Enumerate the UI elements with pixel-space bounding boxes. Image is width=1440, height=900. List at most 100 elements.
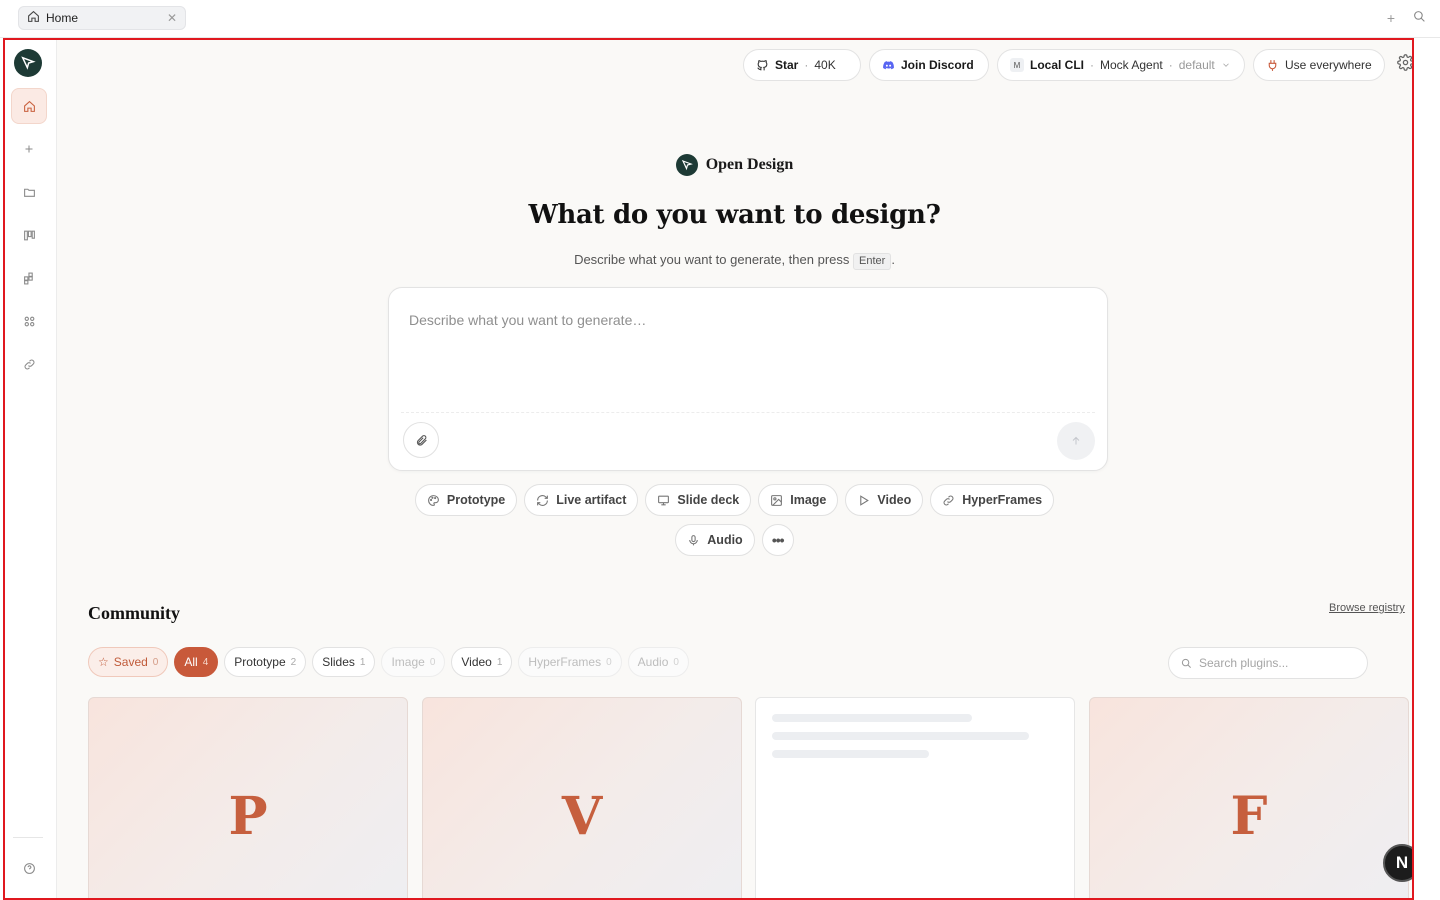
filter-all[interactable]: All 4: [174, 647, 219, 677]
use-everywhere-label: Use everywhere: [1285, 58, 1372, 72]
filter-prototype[interactable]: Prototype 2: [224, 647, 307, 677]
tab-label: Home: [46, 11, 79, 25]
refresh-icon: [537, 494, 549, 506]
brand: Open Design: [5, 154, 1412, 176]
filter-saved[interactable]: ☆ Saved 0: [88, 647, 169, 677]
close-icon[interactable]: ✕: [167, 11, 177, 25]
page-subtitle: Describe what you want to generate, then…: [57, 252, 1412, 270]
plug-icon: [1268, 59, 1277, 71]
tab-bar: Home ✕ +: [0, 0, 1440, 38]
filter-label: Saved: [113, 655, 148, 669]
community-card-loading[interactable]: [755, 697, 1075, 898]
mode-chip-live-artifact[interactable]: Live artifact: [524, 484, 639, 516]
sidebar-item-links[interactable]: [11, 346, 47, 382]
community-card[interactable]: V: [422, 697, 742, 898]
mode-label: Live artifact: [556, 493, 627, 507]
community-card[interactable]: F: [1089, 697, 1409, 898]
filter-label: Video: [461, 655, 492, 669]
mode-chip-slide-deck[interactable]: Slide deck: [645, 484, 752, 516]
filter-image[interactable]: Image 0: [381, 647, 446, 677]
more-modes-button[interactable]: •••: [761, 524, 794, 556]
microphone-icon: [689, 534, 699, 545]
community-filters: ☆ Saved 0 All 4 Prototype 2 Slides 1 Ima…: [88, 647, 689, 677]
discord-icon: [883, 60, 894, 69]
github-star-button[interactable]: Star · 40K: [743, 49, 861, 81]
sidebar-item-plugins[interactable]: [11, 260, 47, 296]
filter-count: 0: [606, 656, 612, 668]
send-button[interactable]: [1057, 422, 1095, 460]
card-letter: F: [1230, 786, 1268, 847]
plugin-search-input[interactable]: [1199, 656, 1349, 670]
mode-chip-video[interactable]: Video: [845, 484, 924, 516]
grid-icon: [24, 316, 34, 326]
brand-logo-icon: [675, 154, 698, 176]
mode-label: Slide deck: [677, 493, 740, 507]
columns-icon: [23, 230, 35, 240]
filter-count: 1: [496, 656, 503, 668]
use-everywhere-button[interactable]: Use everywhere: [1253, 49, 1385, 81]
cli-icon: M: [1010, 58, 1024, 72]
filter-count: 1: [359, 656, 366, 668]
agent-name: Mock Agent: [1100, 58, 1163, 72]
arrow-up-icon: [1072, 436, 1080, 445]
prompt-input[interactable]: [409, 312, 1069, 328]
filter-video[interactable]: Video 1: [451, 647, 513, 677]
subtitle-text: Describe what you want to generate, then…: [574, 252, 850, 267]
mode-chip-image[interactable]: Image: [758, 484, 839, 516]
filter-label: Prototype: [234, 655, 286, 669]
filter-label: Slides: [322, 655, 355, 669]
enter-key-hint: Enter: [853, 253, 892, 270]
filter-audio[interactable]: Audio 0: [627, 647, 689, 677]
link-icon: [943, 495, 954, 505]
card-letter: V: [561, 786, 603, 847]
monitor-icon: [658, 495, 670, 505]
sidebar-item-projects[interactable]: [11, 174, 47, 210]
community-card[interactable]: P: [88, 697, 408, 898]
skeleton-line: [772, 732, 1029, 740]
github-icon: [757, 59, 768, 70]
filter-label: HyperFrames: [528, 655, 602, 669]
discord-label: Join Discord: [901, 58, 974, 72]
play-icon: [860, 494, 870, 506]
filter-count: 2: [290, 656, 297, 668]
brand-name: Open Design: [705, 156, 794, 173]
page-title: What do you want to design?: [528, 200, 941, 230]
filter-label: Image: [391, 655, 425, 669]
floating-action-button[interactable]: N: [1383, 844, 1412, 882]
mode-label: Prototype: [446, 493, 506, 507]
folder-icon: [23, 188, 35, 197]
join-discord-button[interactable]: Join Discord: [869, 49, 989, 81]
card-letter: P: [228, 786, 268, 847]
sidebar-item-home[interactable]: [11, 88, 47, 124]
puzzle-icon: [23, 272, 33, 284]
new-tab-icon[interactable]: +: [1387, 10, 1395, 26]
mode-chip-prototype[interactable]: Prototype: [414, 484, 518, 516]
filter-slides[interactable]: Slides 1: [312, 647, 376, 677]
prompt-composer: [388, 287, 1108, 471]
more-icon: •••: [771, 532, 785, 548]
filter-hyperframes[interactable]: HyperFrames 0: [518, 647, 622, 677]
sidebar-item-help[interactable]: [11, 850, 47, 886]
browse-registry-link[interactable]: Browse registry: [1329, 602, 1405, 614]
gear-icon: [1397, 54, 1412, 71]
filter-label: Audio: [637, 655, 669, 669]
sidebar-divider: [13, 837, 43, 838]
attach-button[interactable]: [403, 422, 439, 458]
tab-home[interactable]: Home ✕: [18, 6, 186, 30]
app-logo[interactable]: [14, 49, 42, 77]
sidebar-item-board[interactable]: [11, 217, 47, 253]
mode-chip-hyperframes[interactable]: HyperFrames: [930, 484, 1055, 516]
home-icon: [27, 10, 40, 26]
filter-count: 0: [673, 656, 679, 668]
settings-button[interactable]: [1397, 54, 1412, 74]
filter-count: 0: [152, 656, 159, 668]
skeleton-line: [772, 750, 929, 758]
agent-selector[interactable]: M Local CLI · Mock Agent · default: [997, 49, 1245, 81]
sidebar-item-apps[interactable]: [11, 303, 47, 339]
mode-label: Image: [790, 493, 827, 507]
agent-source: Local CLI: [1030, 58, 1085, 72]
search-icon[interactable]: [1413, 10, 1426, 26]
help-icon: [23, 862, 35, 874]
mode-chip-audio[interactable]: Audio: [675, 524, 755, 556]
home-icon: [23, 100, 35, 112]
